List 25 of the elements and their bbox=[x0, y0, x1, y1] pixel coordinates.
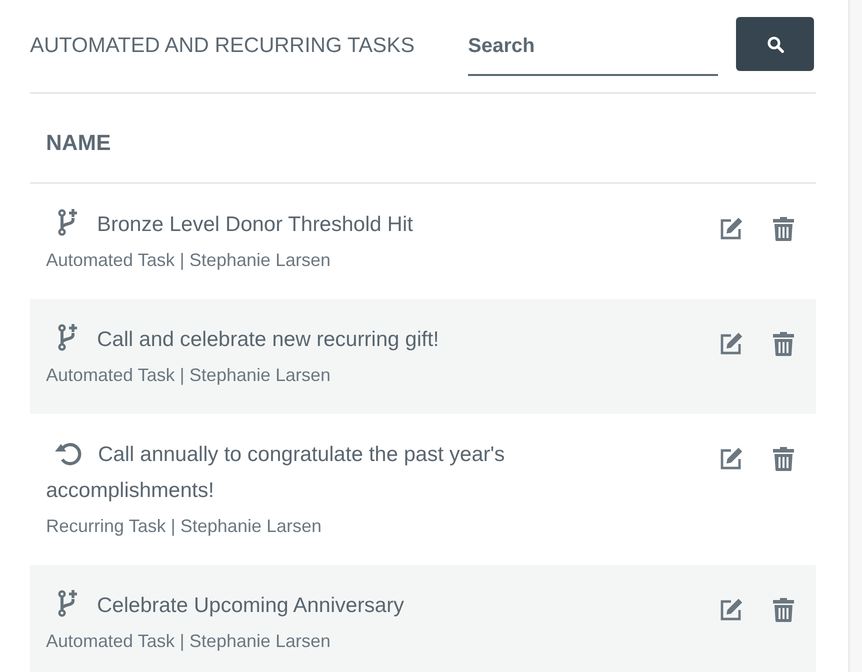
branch-plus-icon bbox=[58, 208, 79, 236]
trash-icon[interactable] bbox=[773, 217, 794, 241]
task-title[interactable]: Bronze Level Donor Threshold Hit bbox=[46, 207, 616, 243]
edit-icon[interactable] bbox=[719, 217, 743, 241]
edit-icon[interactable] bbox=[719, 332, 743, 356]
column-header: NAME bbox=[46, 130, 111, 155]
search-icon bbox=[766, 36, 784, 52]
search-field[interactable]: Search bbox=[468, 26, 718, 76]
edit-icon[interactable] bbox=[719, 447, 743, 471]
task-title[interactable]: Call and celebrate new recurring gift! bbox=[46, 322, 616, 358]
trash-icon[interactable] bbox=[773, 332, 794, 356]
search-button[interactable] bbox=[736, 17, 814, 71]
branch-plus-icon bbox=[58, 324, 79, 351]
trash-icon[interactable] bbox=[773, 447, 794, 471]
branch-plus-icon bbox=[58, 590, 79, 617]
task-meta: Automated Task | Stephanie Larsen bbox=[46, 630, 331, 653]
task-title[interactable]: Call annually to congratulate the past year's accomplishments! bbox=[46, 437, 616, 509]
task-title[interactable]: Celebrate Upcoming Anniversary bbox=[46, 588, 616, 624]
rotate-arrow-icon bbox=[54, 440, 82, 466]
trash-icon[interactable] bbox=[773, 598, 794, 622]
task-meta: Recurring Task | Stephanie Larsen bbox=[46, 515, 322, 538]
page-title: AUTOMATED AND RECURRING TASKS bbox=[30, 33, 415, 59]
edit-icon[interactable] bbox=[719, 598, 743, 622]
task-meta: Automated Task | Stephanie Larsen bbox=[46, 249, 331, 272]
task-meta: Automated Task | Stephanie Larsen bbox=[46, 364, 331, 387]
